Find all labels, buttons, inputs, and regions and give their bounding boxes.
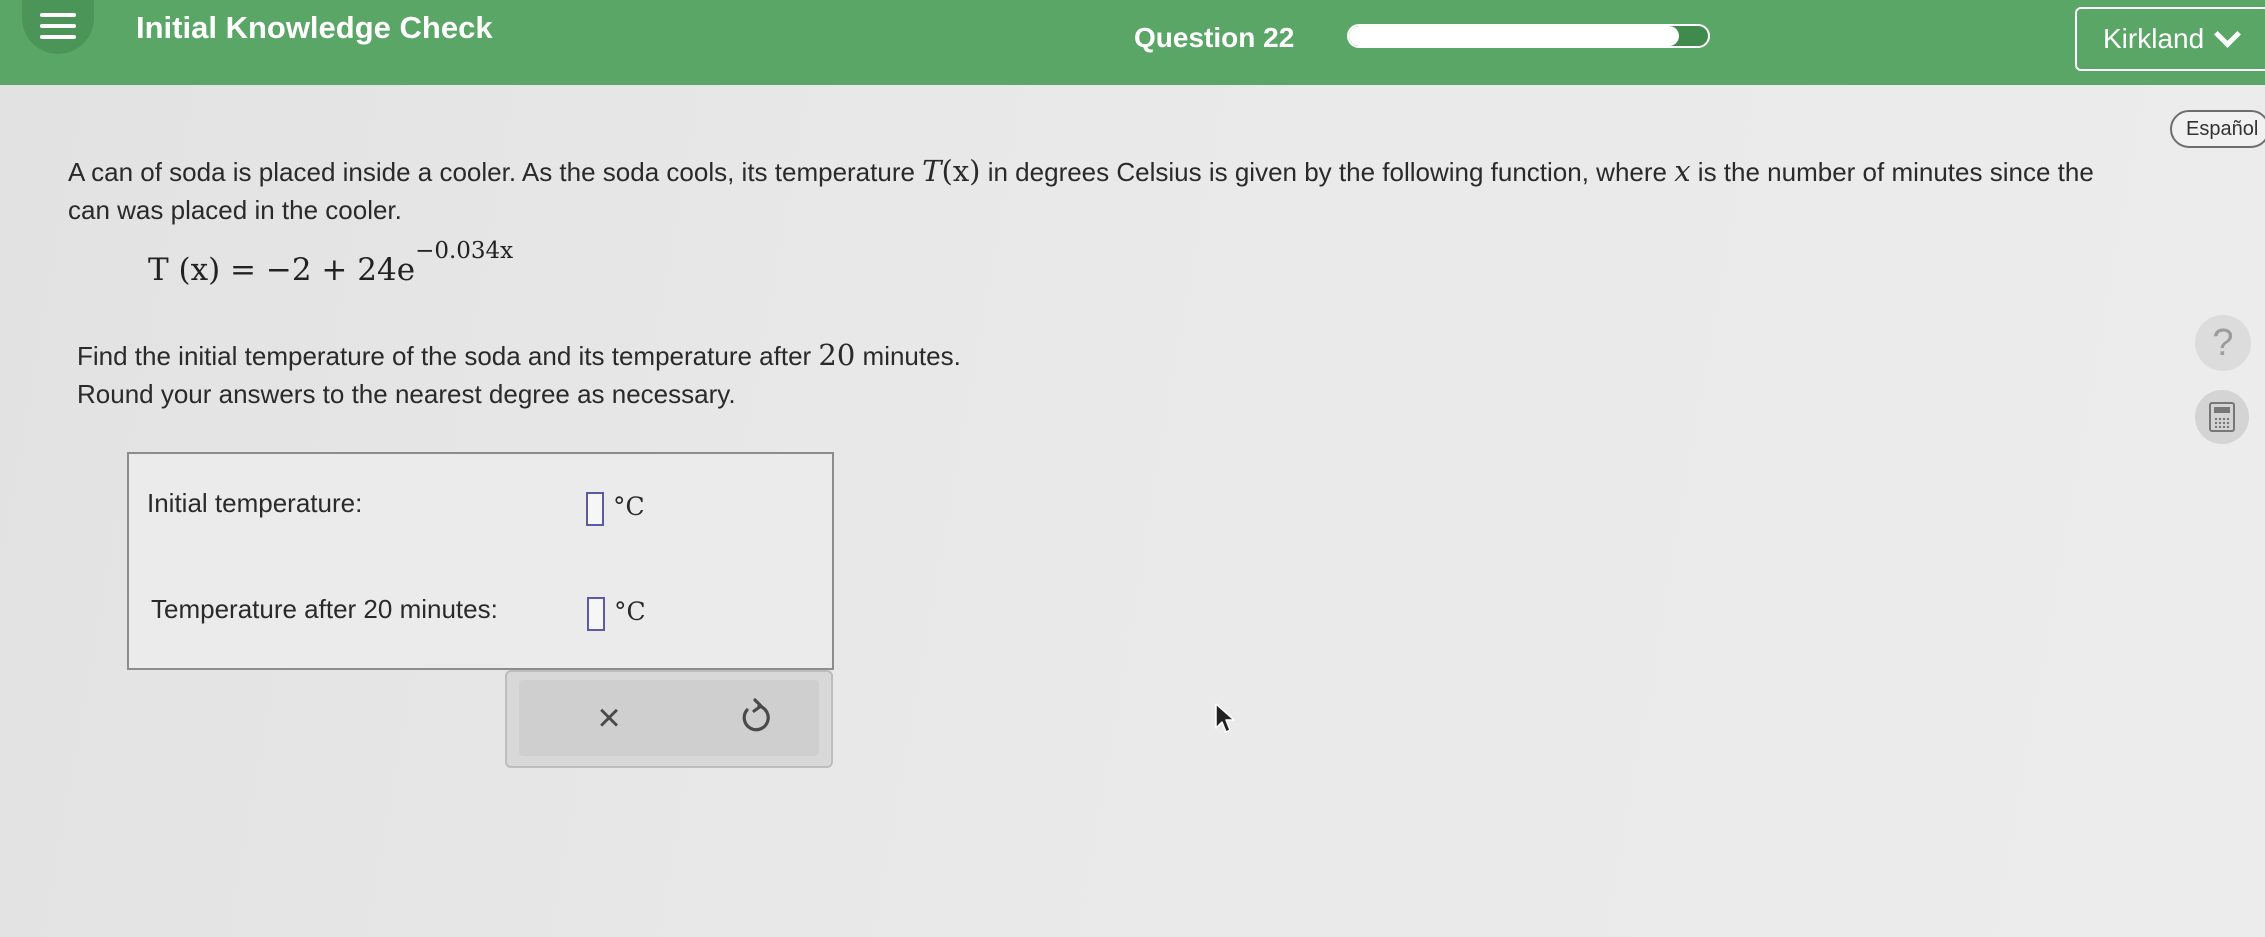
action-bar: ×: [505, 670, 833, 768]
undo-icon: [742, 698, 770, 732]
math-function: T: [922, 154, 942, 188]
initial-temperature-input[interactable]: [586, 492, 604, 526]
user-menu-button[interactable]: Kirkland: [2075, 7, 2265, 71]
after-20-minutes-label: Temperature after 20 minutes:: [151, 594, 498, 624]
answer-panel: Initial temperature: °C Temperature afte…: [127, 452, 834, 670]
problem-text-2: in degrees Celsius is given by the follo…: [980, 157, 1675, 187]
calculator-icon[interactable]: [2195, 390, 2249, 444]
language-toggle-button[interactable]: Español: [2170, 110, 2265, 148]
hamburger-icon: [40, 13, 76, 39]
initial-temperature-row: Initial temperature:: [147, 488, 362, 519]
temperature-formula: T (x) = −2 + 24e−0.034x: [148, 238, 513, 288]
initial-temperature-label: Initial temperature:: [147, 488, 363, 518]
math-variable: x: [1674, 154, 1691, 188]
undo-button[interactable]: [725, 690, 785, 746]
screen: Initial Knowledge Check Question 22 Kirk…: [0, 0, 2265, 937]
page-title: Initial Knowledge Check: [136, 10, 493, 45]
header-bar: Initial Knowledge Check Question 22 Kirk…: [0, 0, 2265, 85]
after-20-minutes-input[interactable]: [587, 597, 605, 631]
mouse-pointer-icon: [1215, 703, 1235, 733]
after-20-minutes-row: Temperature after 20 minutes:: [151, 594, 498, 625]
menu-button[interactable]: [22, 0, 94, 54]
progress-fill: [1349, 26, 1680, 46]
instructions: Find the initial temperature of the soda…: [77, 336, 1277, 413]
chevron-down-icon: [2214, 20, 2242, 48]
formula-base: T (x) = −2 + 24e: [148, 252, 416, 288]
progress-bar: [1347, 24, 1710, 48]
help-icon[interactable]: ?: [2195, 315, 2251, 371]
problem-text-1: A can of soda is placed inside a cooler.…: [68, 157, 923, 187]
problem-statement: A can of soda is placed inside a cooler.…: [68, 152, 2108, 229]
clear-button[interactable]: ×: [579, 690, 639, 746]
formula-exponent: −0.034x: [415, 238, 514, 264]
find-instruction: Find the initial temperature of the soda…: [77, 338, 961, 372]
initial-temperature-unit: °C: [613, 492, 645, 521]
action-bar-inner: ×: [519, 680, 819, 756]
user-name: Kirkland: [2103, 23, 2205, 54]
after-20-minutes-unit: °C: [614, 597, 646, 626]
question-number: Question 22: [1134, 22, 1295, 53]
rounding-instruction: Round your answers to the nearest degree…: [77, 379, 736, 409]
math-argument: (x): [941, 154, 981, 188]
